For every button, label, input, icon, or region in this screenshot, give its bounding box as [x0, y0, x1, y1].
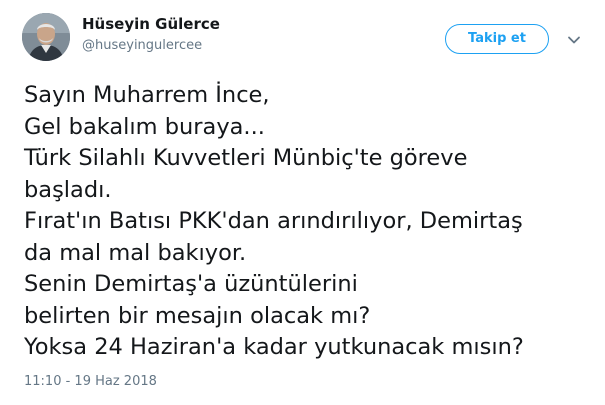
tweet-text-line: Sayın Muharrem İnce,: [24, 82, 270, 108]
tweet-text-line: Fırat'ın Batısı PKK'dan arındırılıyor, D…: [24, 208, 523, 234]
tweet-text-line: Senin Demirtaş'a üzüntülerini: [24, 271, 358, 297]
tweet-timestamp[interactable]: 11:10 - 19 Haz 2018: [24, 374, 157, 389]
tweet-text-line: da mal mal bakıyor.: [24, 239, 247, 266]
author-handle[interactable]: @huseyingulercee: [82, 38, 202, 53]
author-name[interactable]: Hüseyin Gülerce: [82, 15, 220, 33]
avatar-photo-icon: [22, 13, 70, 61]
tweet-text-line: Gel bakalım buraya...: [24, 113, 265, 140]
author-avatar[interactable]: [22, 13, 70, 61]
tweet-text-line: başladı.: [24, 176, 112, 203]
tweet-card: Hüseyin Gülerce @huseyingulercee Takip e…: [0, 0, 605, 405]
tweet-text-line: Yoksa 24 Haziran'a kadar yutkunacak mısı…: [24, 334, 524, 360]
follow-button[interactable]: Takip et: [445, 24, 549, 54]
chevron-down-icon[interactable]: [566, 32, 582, 48]
tweet-text: Sayın Muharrem İnce, Gel bakalım buraya.…: [24, 80, 594, 364]
tweet-text-line: Türk Silahlı Kuvvetleri Münbiç'te göreve: [24, 145, 468, 171]
tweet-text-line: belirten bir mesajın olacak mı?: [24, 302, 371, 329]
